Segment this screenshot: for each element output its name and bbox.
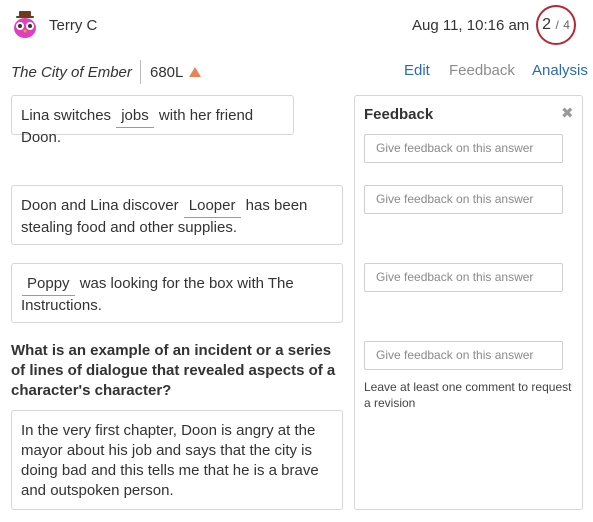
feedback-title: Feedback (364, 106, 434, 123)
divider (140, 60, 141, 84)
answer-text: Doon and Lina discover (21, 197, 179, 214)
response-card: In the very first chapter, Doon is angry… (11, 410, 343, 510)
revision-note: Leave at least one comment to request a … (364, 380, 572, 410)
score-current: 2 (542, 16, 551, 33)
lexile-level: 680L (150, 64, 184, 81)
username: Terry C (49, 17, 98, 34)
feedback-input[interactable] (364, 263, 563, 292)
feedback-input[interactable] (364, 134, 563, 163)
feedback-link[interactable]: Feedback (449, 62, 515, 79)
score-separator: / (555, 18, 559, 32)
question-prompt: What is an example of an incident or a s… (11, 342, 336, 399)
close-icon[interactable]: ✖ (561, 104, 574, 122)
feedback-input[interactable] (364, 341, 563, 370)
answer-card: Doon and Lina discover Looper has been s… (11, 185, 343, 245)
response-text: In the very first chapter, Doon is angry… (21, 422, 319, 499)
book-title: The City of Ember (11, 64, 132, 81)
score-badge: 2 / 4 (536, 5, 576, 45)
answer-card: Poppy was looking for the box with The I… (11, 263, 343, 323)
triangle-up-icon (189, 67, 201, 77)
analysis-link[interactable]: Analysis (532, 62, 588, 79)
answer-card: Lina switches jobs with her friend Doon. (11, 95, 294, 146)
answer-blank: Looper (183, 196, 241, 218)
feedback-input[interactable] (364, 185, 563, 214)
answer-blank: Poppy (22, 274, 75, 296)
submission-timestamp: Aug 11, 10:16 am (412, 17, 530, 34)
score-total: 4 (563, 18, 570, 32)
answer-text: Lina switches (21, 107, 112, 124)
edit-link[interactable]: Edit (404, 62, 430, 79)
owl-avatar-icon (14, 11, 36, 38)
answer-blank: jobs (116, 106, 154, 128)
